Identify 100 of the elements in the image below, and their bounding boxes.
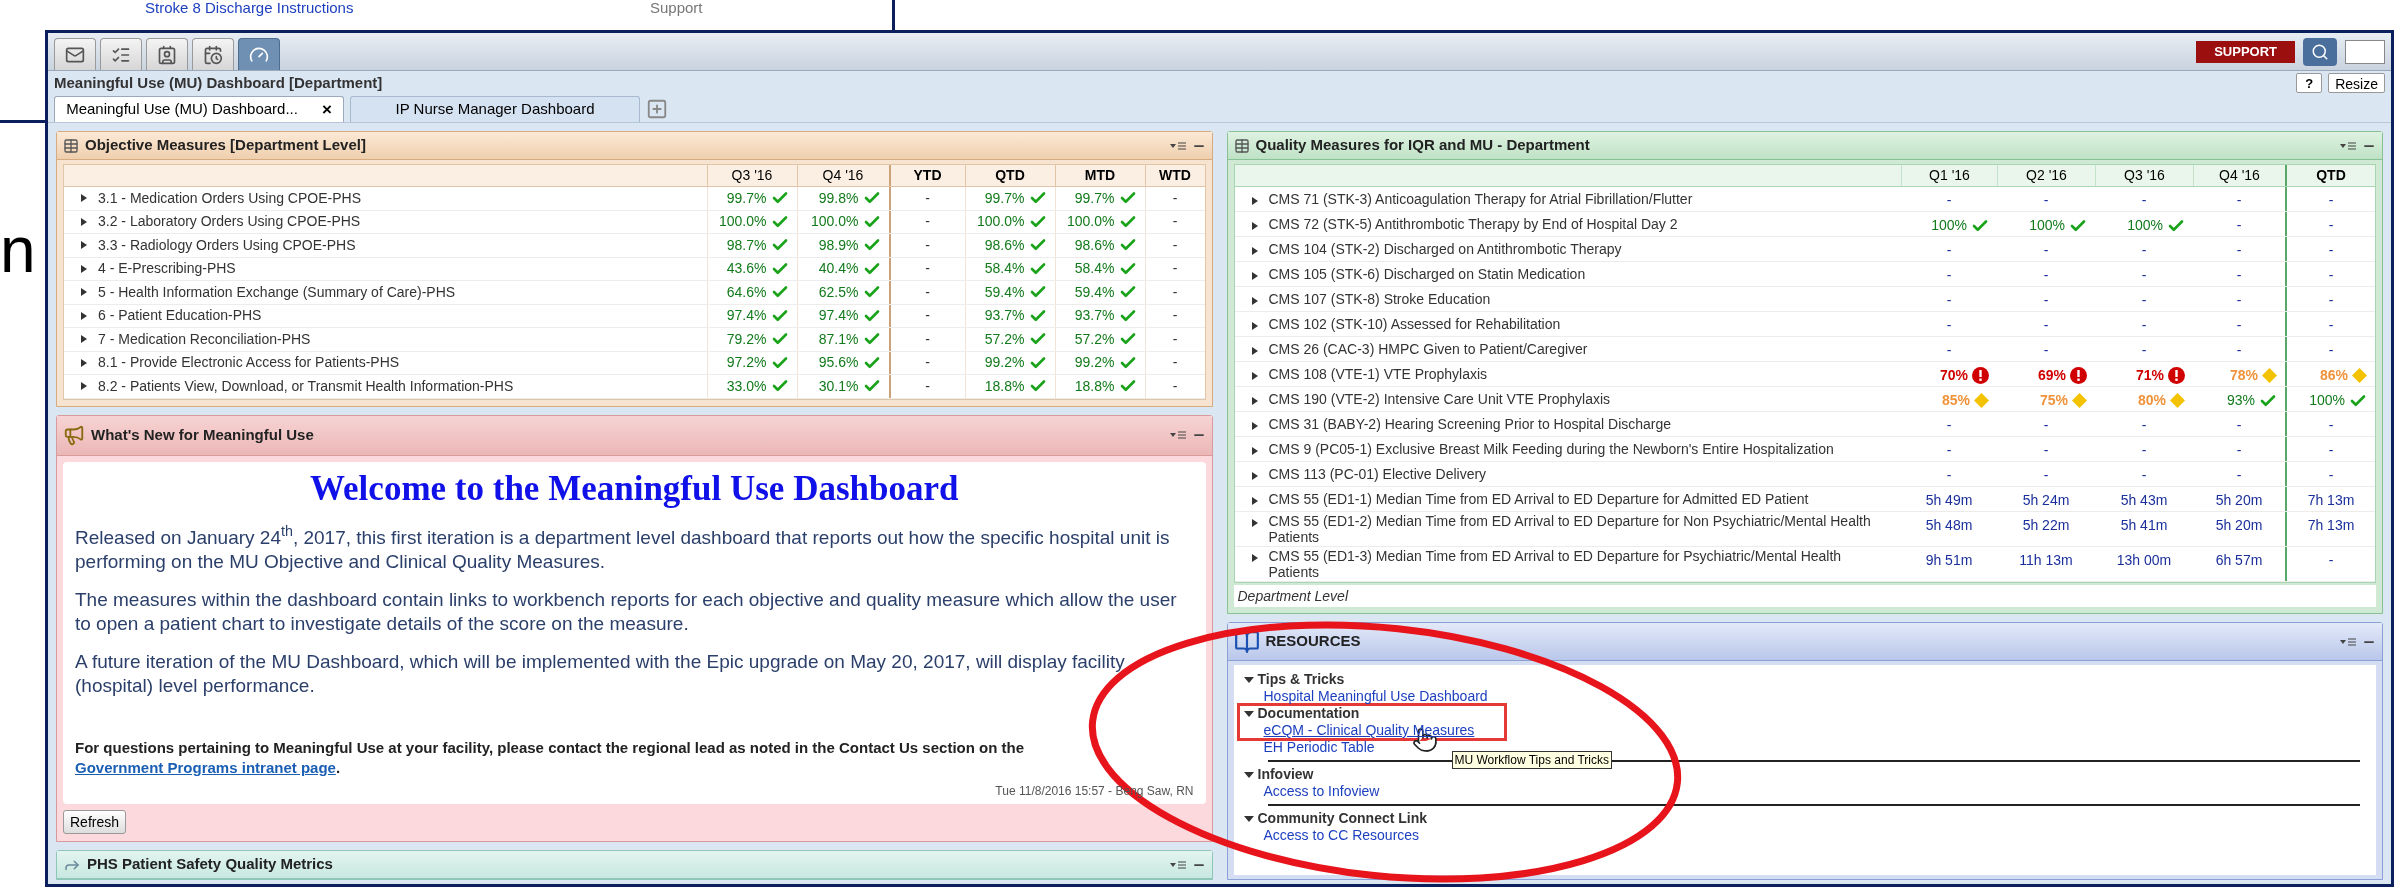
table-row[interactable]: 7 - Medication Reconciliation-PHS 79.2% 87.1% - 57.2% 57.2% - — [64, 328, 1205, 352]
panel-menu-icon[interactable] — [2340, 636, 2356, 647]
resource-link[interactable]: Hospital Meaningful Use Dashboard — [1263, 688, 1488, 705]
table-row[interactable]: CMS 26 (CAC-3) HMPC Given to Patient/Caregiver - - - - - — [1234, 337, 2375, 362]
collapse-caret-icon[interactable] — [1243, 770, 1254, 779]
table-cell-text: 71% — [2135, 366, 2164, 385]
table-row[interactable]: CMS 190 (VTE-2) Intensive Care Unit VTE Prophylaxis 85% 75% 80% 93% 100% — [1234, 387, 2375, 412]
table-row[interactable]: CMS 31 (BABY-2) Hearing Screening Prior to Hospital Discharge - - - - - — [1234, 412, 2375, 437]
collapse-caret-icon[interactable] — [1243, 814, 1254, 823]
close-tab-button[interactable]: × — [321, 96, 332, 123]
toolbar-tab[interactable] — [54, 38, 96, 70]
table-cell-text: - — [925, 306, 930, 326]
table-cell-text: 99.2% — [1074, 353, 1115, 373]
table-row[interactable]: CMS 9 (PC05-1) Exclusive Breast Milk Feeding during the Newborn's Entire Hospitalization - - - - - — [1234, 437, 2375, 462]
table-cell-text: 57.2% — [984, 329, 1025, 349]
refresh-button[interactable]: Refresh — [63, 810, 127, 834]
expand-caret-icon[interactable] — [1250, 518, 1259, 528]
search-button[interactable] — [2303, 37, 2337, 66]
expand-caret-icon[interactable] — [80, 263, 88, 274]
help-button[interactable]: ? — [2296, 73, 2323, 93]
expand-caret-icon[interactable] — [1250, 246, 1259, 256]
collapse-caret-icon[interactable] — [1243, 675, 1254, 684]
measure-name: 8.2 - Patients View, Download, or Transmit Health Information-PHS — [98, 376, 514, 396]
expand-caret-icon[interactable] — [1250, 396, 1259, 406]
expand-caret-icon[interactable] — [80, 216, 88, 227]
panel-menu-icon[interactable] — [1169, 859, 1186, 870]
measure-name: CMS 105 (STK-6) Discharged on Statin Medication — [1268, 266, 1586, 282]
table-row[interactable]: 5 - Health Information Exchange (Summary of Care)-PHS 64.6% 62.5% - 59.4% 59.4% - — [64, 281, 1205, 305]
table-row[interactable]: CMS 71 (STK-3) Anticoagulation Therapy for Atrial Fibrillation/Flutter - - - - - — [1234, 187, 2375, 212]
table-row[interactable]: 3.3 - Radiology Orders Using CPOE-PHS 98.7% 98.9% - 98.6% 98.6% - — [64, 234, 1205, 258]
dashboard-tab[interactable]: Meaningful Use (MU) Dashboard... × — [54, 96, 344, 122]
table-row[interactable]: 4 - E-Prescribing-PHS 43.6% 40.4% - 58.4% 58.4% - — [64, 257, 1205, 281]
table-cell-text: 5h 20m — [2215, 516, 2263, 535]
table-row[interactable]: CMS 113 (PC-01) Elective Delivery - - - - - — [1234, 462, 2375, 487]
panel-menu-icon[interactable] — [1169, 430, 1186, 440]
support-button[interactable]: SUPPORT — [2196, 40, 2295, 63]
expand-caret-icon[interactable] — [80, 310, 88, 321]
table-row[interactable]: CMS 55 (ED1-3) Median Time from ED Arrival to ED Departure for Psychiatric/Mental Health Patients 9h 51m 11h 13m 13h 00m 6h 57m - — [1234, 547, 2375, 582]
measure-name: CMS 71 (STK-3) Anticoagulation Therapy for Atrial Fibrillation/Flutter — [1268, 191, 1693, 207]
measure-name: 3.3 - Radiology Orders Using CPOE-PHS — [98, 235, 356, 255]
expand-caret-icon[interactable] — [80, 381, 88, 392]
table-row[interactable]: CMS 107 (STK-8) Stroke Education - - - - - — [1234, 287, 2375, 312]
table-row[interactable]: 3.1 - Medication Orders Using CPOE-PHS 99.7% 99.8% - 99.7% 99.7% - — [64, 187, 1205, 211]
expand-caret-icon[interactable] — [1250, 421, 1259, 431]
measure-name: 6 - Patient Education-PHS — [98, 306, 262, 326]
expand-caret-icon[interactable] — [80, 193, 88, 204]
table-row[interactable]: 6 - Patient Education-PHS 97.4% 97.4% - 93.7% 93.7% - — [64, 304, 1205, 328]
intranet-link[interactable]: Government Programs intranet page — [75, 758, 336, 776]
resource-link[interactable]: Access to CC Resources — [1263, 827, 1428, 844]
table-row[interactable]: CMS 55 (ED1-1) Median Time from ED Arrival to ED Departure for Admitted ED Patient 5h 49m 5h 24m 5h 43m 5h 20m 7h 13m — [1234, 487, 2375, 512]
expand-caret-icon[interactable] — [1250, 446, 1259, 456]
table-row[interactable]: 8.1 - Provide Electronic Access for Patients-PHS 97.2% 95.6% - 99.2% 99.2% - — [64, 351, 1205, 375]
table-cell-text: 57.2% — [1074, 329, 1115, 349]
table-cell-text: - — [2328, 551, 2334, 570]
table-row[interactable]: CMS 105 (STK-6) Discharged on Statin Medication - - - - - — [1234, 262, 2375, 287]
table-row[interactable]: CMS 104 (STK-2) Discharged on Antithrombotic Therapy - - - - - — [1234, 237, 2375, 262]
table-cell-text: 78% — [2229, 366, 2258, 385]
column-header: QTD — [964, 165, 1055, 186]
expand-caret-icon[interactable] — [1250, 371, 1259, 381]
measure-name: CMS 72 (STK-5) Antithrombotic Therapy by End of Hospital Day 2 — [1268, 216, 1678, 232]
expand-caret-icon[interactable] — [1250, 346, 1259, 356]
measure-name: CMS 113 (PC-01) Elective Delivery — [1268, 466, 1487, 482]
expand-caret-icon[interactable] — [1250, 553, 1259, 563]
panel-menu-icon[interactable] — [1169, 140, 1186, 151]
resize-button[interactable]: Resize — [2328, 73, 2385, 93]
expand-caret-icon[interactable] — [80, 287, 88, 298]
expand-caret-icon[interactable] — [1250, 471, 1259, 481]
toolbar-tab[interactable] — [192, 38, 234, 70]
add-tab-icon[interactable] — [646, 98, 668, 120]
expand-caret-icon[interactable] — [80, 357, 88, 368]
resource-link[interactable]: eCQM - Clinical Quality Measures — [1263, 722, 1475, 739]
toolbar-tab[interactable] — [238, 38, 280, 70]
expand-caret-icon[interactable] — [1250, 196, 1259, 206]
table-row[interactable]: CMS 102 (STK-10) Assessed for Rehabilitation - - - - - — [1234, 312, 2375, 337]
table-cell-text: - — [1172, 306, 1178, 326]
collapse-caret-icon[interactable] — [1243, 709, 1254, 718]
table-row[interactable]: CMS 108 (VTE-1) VTE Prophylaxis 70% 69% 71% 78% 86% — [1234, 362, 2375, 387]
panel-menu-icon[interactable] — [2340, 140, 2356, 151]
table-row[interactable]: 3.2 - Laboratory Orders Using CPOE-PHS 100.0% 100.0% - 100.0% 100.0% - — [64, 210, 1205, 234]
table-cell-text: - — [925, 212, 930, 232]
resource-link[interactable]: Access to Infoview — [1263, 783, 1380, 800]
table-cell-text: 59.4% — [1074, 282, 1115, 302]
toolbar-tab[interactable] — [146, 38, 188, 70]
expand-caret-icon[interactable] — [1250, 271, 1259, 281]
dashboard-tab[interactable]: IP Nurse Manager Dashboard — [350, 96, 640, 122]
table-row[interactable]: CMS 55 (ED1-2) Median Time from ED Arrival to ED Departure for Non Psychiatric/Mental Health Patients 5h 48m 5h 22m 5h 41m 5h 20m 7h 13m — [1234, 512, 2375, 547]
expand-caret-icon[interactable] — [80, 240, 88, 251]
table-cell-text: 75% — [2039, 391, 2068, 410]
column-header: WTD — [1144, 165, 1205, 186]
expand-caret-icon[interactable] — [1250, 321, 1259, 331]
toolbar-tab[interactable] — [100, 38, 142, 70]
expand-caret-icon[interactable] — [1250, 221, 1259, 231]
expand-caret-icon[interactable] — [80, 334, 88, 345]
expand-caret-icon[interactable] — [1250, 296, 1259, 306]
expand-caret-icon[interactable] — [1250, 496, 1259, 506]
table-cell-text: 59.4% — [984, 282, 1025, 302]
table-row[interactable]: CMS 72 (STK-5) Antithrombotic Therapy by End of Hospital Day 2 100% 100% 100% - - — [1234, 212, 2375, 237]
search-field[interactable] — [2345, 39, 2385, 64]
table-row[interactable]: 8.2 - Patients View, Download, or Transmit Health Information-PHS 33.0% 30.1% - 18.8% 18.8% - — [64, 375, 1205, 399]
measure-name: 4 - E-Prescribing-PHS — [98, 259, 236, 279]
